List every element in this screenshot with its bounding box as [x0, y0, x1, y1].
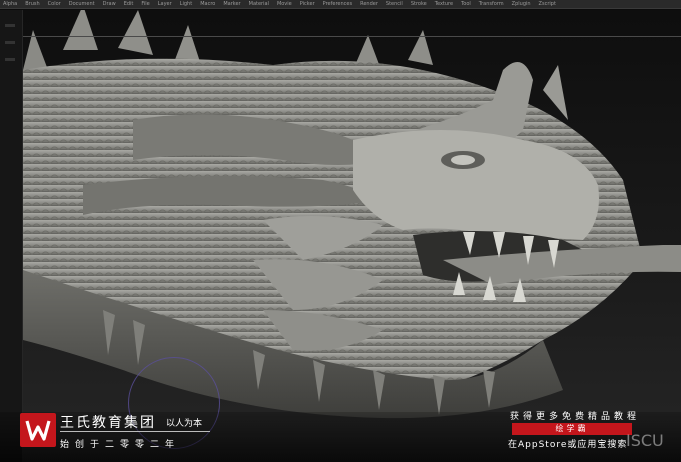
dragon-sculpt-image [23, 10, 681, 419]
menu-item-light[interactable]: Light [180, 1, 192, 7]
menu-item-file[interactable]: File [141, 1, 149, 7]
brand-divider [60, 431, 210, 432]
menu-item-stroke[interactable]: Stroke [411, 1, 427, 7]
brand-name: 王氏教育集团 [60, 415, 156, 431]
shelf-tool-handle[interactable] [5, 41, 15, 44]
brand-logo [20, 413, 56, 447]
shelf-tool-handle[interactable] [5, 58, 15, 61]
shelf-tool-handle[interactable] [5, 24, 15, 27]
left-tool-shelf [0, 10, 23, 462]
brand-since: 始创于二零零二年 [60, 440, 181, 450]
menu-item-edit[interactable]: Edit [124, 1, 134, 7]
menu-item-color[interactable]: Color [48, 1, 61, 7]
menu-item-draw[interactable]: Draw [103, 1, 116, 7]
menu-item-zplugin[interactable]: Zplugin [512, 1, 531, 7]
menu-item-alpha[interactable]: Alpha [3, 1, 17, 7]
menu-item-texture[interactable]: Texture [435, 1, 453, 7]
menu-item-zscript[interactable]: Zscript [539, 1, 556, 7]
corner-watermark: ISCU [626, 431, 664, 450]
menu-item-tool[interactable]: Tool [461, 1, 471, 7]
menu-item-picker[interactable]: Picker [300, 1, 315, 7]
menu-item-material[interactable]: Material [249, 1, 269, 7]
menu-item-movie[interactable]: Movie [277, 1, 292, 7]
sculpt-viewport[interactable] [23, 10, 681, 462]
menu-item-render[interactable]: Render [360, 1, 378, 7]
menu-item-macro[interactable]: Macro [200, 1, 215, 7]
promo-app-badge: 绘学霸 [512, 423, 632, 435]
menu-item-preferences[interactable]: Preferences [323, 1, 352, 7]
viewport-guide-line [23, 36, 681, 37]
menu-item-brush[interactable]: Brush [25, 1, 39, 7]
promo-search-hint: 在AppStore或应用宝搜索 [508, 440, 628, 450]
brand-slogan: 以人为本 [166, 419, 203, 429]
brand-logo-icon [25, 420, 51, 441]
menu-item-document[interactable]: Document [69, 1, 95, 7]
promo-headline: 获得更多免费精品教程 [510, 412, 641, 422]
menu-item-stencil[interactable]: Stencil [386, 1, 403, 7]
menu-item-layer[interactable]: Layer [158, 1, 172, 7]
menu-item-transform[interactable]: Transform [479, 1, 504, 7]
menu-bar: Alpha Brush Color Document Draw Edit Fil… [0, 0, 681, 9]
menu-item-marker[interactable]: Marker [223, 1, 240, 7]
